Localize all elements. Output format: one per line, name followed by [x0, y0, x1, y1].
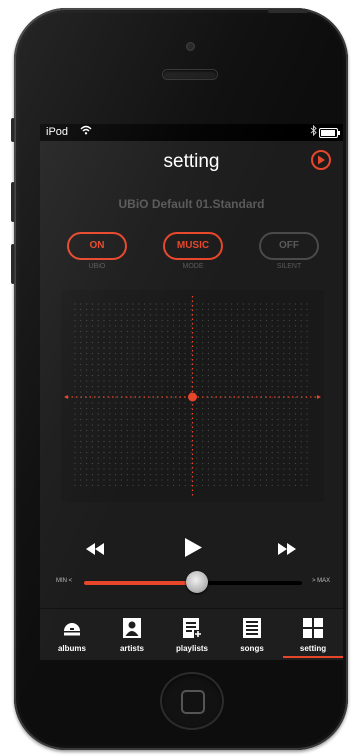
tab-bar: albums artists playlists songs setting	[40, 608, 343, 660]
fast-forward-icon[interactable]	[278, 542, 296, 560]
tab-label-setting: setting	[299, 644, 327, 653]
volume-min-label: MIN <	[56, 578, 73, 584]
volume-down-button	[11, 244, 15, 284]
silent-toggle-button[interactable]: OFF	[259, 232, 319, 260]
albums-icon	[61, 617, 83, 639]
tab-playlists[interactable]: playlists	[162, 609, 222, 660]
songs-icon	[241, 617, 263, 639]
wifi-icon	[80, 125, 92, 138]
status-bar: iPod	[40, 124, 343, 141]
front-camera	[186, 42, 195, 51]
earpiece-speaker	[163, 70, 217, 79]
mode-caption: MODE	[182, 263, 204, 270]
play-icon[interactable]	[185, 538, 202, 562]
tab-label-playlists: playlists	[175, 644, 208, 653]
preset-name: UBiO Default 01.Standard	[118, 197, 265, 211]
page-title: setting	[163, 151, 220, 172]
mute-switch	[11, 118, 15, 142]
volume-max-label: > MAX	[312, 578, 331, 584]
tab-artists[interactable]: artists	[102, 609, 162, 660]
tab-label-artists: artists	[119, 644, 144, 653]
equalizer-point[interactable]	[188, 392, 197, 402]
artists-icon	[121, 617, 143, 639]
tab-label-albums: albums	[57, 644, 86, 653]
volume-up-button	[11, 182, 15, 222]
axis-arrow-right	[317, 395, 321, 399]
tab-label-songs: songs	[240, 644, 264, 653]
tab-songs[interactable]: songs	[222, 609, 282, 660]
play-circle-icon[interactable]	[311, 150, 331, 170]
rewind-icon[interactable]	[86, 542, 104, 560]
active-tab-indicator	[283, 656, 343, 658]
equalizer-grid[interactable]	[61, 290, 324, 502]
volume-slider-fill	[84, 581, 198, 585]
equalizer-pad[interactable]	[61, 290, 324, 502]
mode-toggle-button[interactable]: MUSIC	[163, 232, 223, 260]
tab-setting[interactable]: setting	[283, 609, 343, 660]
battery-fill	[321, 130, 335, 136]
silent-caption: SILENT	[276, 263, 302, 270]
home-square-icon	[181, 690, 205, 714]
tab-albums[interactable]: albums	[42, 609, 102, 660]
axis-arrow-left	[64, 395, 68, 399]
home-button[interactable]	[160, 672, 224, 730]
volume-slider-knob[interactable]	[186, 571, 209, 593]
sleep-button	[268, 9, 308, 13]
app-screen: iPod setting UBiO Default 01.Standard ON…	[40, 124, 343, 660]
carrier-label: iPod	[46, 126, 69, 138]
ubio-caption: UBiO	[88, 263, 106, 270]
setting-icon	[302, 617, 324, 639]
playlists-icon	[181, 617, 203, 639]
ubio-toggle-button[interactable]: ON	[67, 232, 127, 260]
battery-icon	[319, 128, 340, 138]
bluetooth-icon	[310, 124, 317, 139]
